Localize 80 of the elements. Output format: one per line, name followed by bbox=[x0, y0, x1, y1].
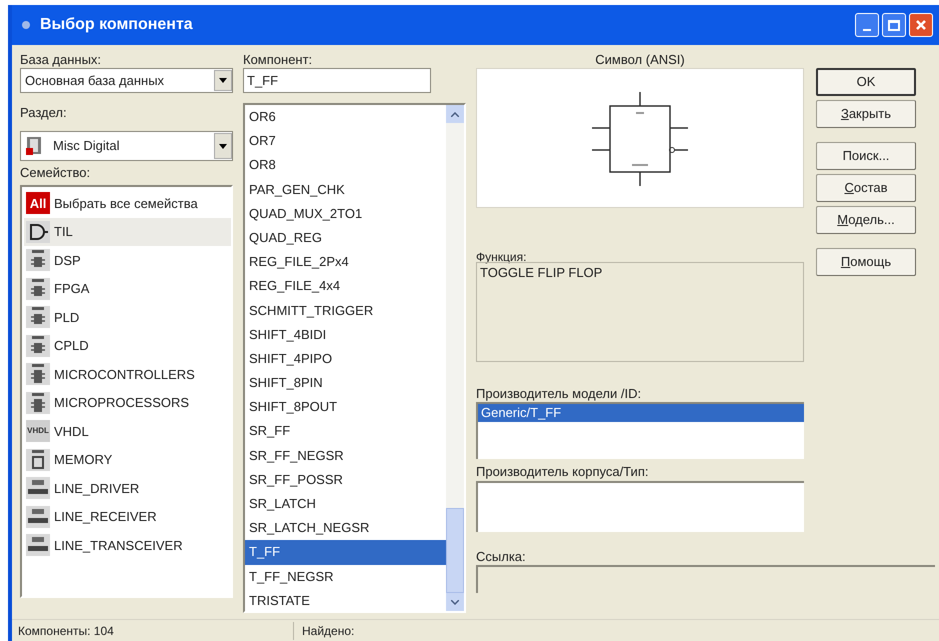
component-item[interactable]: T_FF bbox=[245, 540, 446, 565]
component-item[interactable]: SHIFT_4PIPO bbox=[245, 346, 446, 372]
component-item[interactable]: SCHMITT_TRIGGER bbox=[245, 298, 446, 323]
function-label: Функция: bbox=[476, 249, 528, 262]
family-item[interactable]: PLD bbox=[24, 303, 231, 332]
component-item[interactable]: SHIFT_8PIN bbox=[245, 371, 446, 396]
component-item[interactable]: OR6 bbox=[245, 105, 446, 130]
component-item[interactable]: SHIFT_4BIDI bbox=[245, 322, 446, 347]
model-vendor-item[interactable]: Generic/T_FF bbox=[478, 404, 804, 422]
chip-icon bbox=[26, 306, 50, 328]
component-item[interactable]: SR_FF bbox=[245, 419, 446, 444]
family-item[interactable]: LINE_RECEIVER bbox=[24, 502, 231, 531]
line-driver-icon bbox=[26, 534, 50, 556]
line-driver-icon bbox=[26, 506, 50, 528]
component-field[interactable]: T_FF bbox=[243, 68, 431, 93]
component-item[interactable]: REG_FILE_4x4 bbox=[245, 274, 446, 298]
chip-icon bbox=[26, 334, 50, 357]
family-item[interactable]: TIL bbox=[24, 218, 231, 246]
minimize-button[interactable] bbox=[855, 13, 879, 37]
dialog-button[interactable]: Поиск... bbox=[816, 142, 916, 170]
component-item[interactable]: SR_FF_POSSR bbox=[245, 468, 446, 492]
component-item[interactable]: PAR_GEN_CHK bbox=[245, 178, 446, 202]
model-vendor-label: Производитель модели /ID: bbox=[476, 385, 642, 402]
component-item[interactable]: SR_FF_NEGSR bbox=[245, 444, 446, 468]
symbol-label: Символ (ANSI) bbox=[594, 51, 686, 68]
scroll-thumb[interactable] bbox=[446, 508, 464, 593]
link-label: Ссылка: bbox=[476, 548, 527, 565]
family-item[interactable]: CPLD bbox=[24, 332, 231, 360]
window-title: Выбор компонента bbox=[40, 15, 193, 35]
dialog-button[interactable]: Закрыть bbox=[816, 100, 916, 128]
chip-icon bbox=[26, 363, 50, 386]
app-icon bbox=[20, 19, 32, 31]
close-icon bbox=[915, 19, 927, 31]
dialog-button[interactable]: Модель... bbox=[816, 206, 916, 234]
component-count: Компоненты: 104 bbox=[12, 622, 294, 640]
found-count: Найдено: bbox=[301, 622, 354, 640]
line-driver-icon bbox=[26, 477, 50, 500]
database-label: База данных: bbox=[20, 51, 102, 68]
all-families-icon: All bbox=[26, 192, 50, 214]
component-item[interactable]: SR_LATCH bbox=[245, 492, 446, 516]
chip-icon bbox=[26, 392, 50, 414]
misc-digital-icon bbox=[25, 136, 43, 156]
component-item[interactable]: OR7 bbox=[245, 129, 446, 154]
family-item[interactable]: VHDL VHDL bbox=[24, 417, 231, 446]
family-item[interactable]: FPGA bbox=[24, 274, 231, 303]
logic-gate-icon bbox=[26, 220, 50, 243]
family-item[interactable]: LINE_DRIVER bbox=[24, 474, 231, 502]
component-item[interactable]: T_FF_NEGSR bbox=[245, 564, 446, 589]
section-label: Раздел: bbox=[20, 104, 68, 122]
component-item[interactable]: QUAD_REG bbox=[245, 226, 446, 250]
vhdl-icon: VHDL bbox=[26, 420, 50, 442]
family-item[interactable]: MEMORY bbox=[24, 446, 231, 474]
memory-chip-icon bbox=[26, 448, 50, 471]
dialog-button[interactable]: Состав bbox=[816, 174, 916, 202]
dialog-button[interactable]: Помощь bbox=[816, 248, 916, 276]
scroll-down-icon[interactable] bbox=[446, 593, 464, 611]
scroll-up-icon[interactable] bbox=[446, 105, 464, 123]
maximize-button[interactable] bbox=[882, 13, 906, 37]
chip-icon bbox=[26, 278, 50, 300]
family-item[interactable]: DSP bbox=[24, 246, 231, 274]
family-item[interactable]: MICROCONTROLLERS bbox=[24, 360, 231, 388]
dialog-button[interactable]: OK bbox=[816, 68, 916, 96]
family-label: Семейство: bbox=[20, 164, 92, 182]
close-button[interactable] bbox=[909, 13, 933, 37]
component-item[interactable]: OR8 bbox=[245, 153, 446, 178]
scrollbar[interactable] bbox=[446, 105, 464, 611]
database-dropdown[interactable]: Основная база данных bbox=[20, 68, 233, 93]
package-vendor-label: Производитель корпуса/Тип: bbox=[476, 463, 650, 481]
family-item[interactable]: MICROPROCESSORS bbox=[24, 388, 231, 417]
component-item[interactable]: REG_FILE_2Px4 bbox=[245, 250, 446, 274]
section-dropdown[interactable]: Misc Digital bbox=[20, 131, 233, 161]
component-label: Компонент: bbox=[243, 51, 314, 68]
component-item[interactable]: TRISTATE bbox=[245, 588, 446, 613]
component-item[interactable]: SR_LATCH_NEGSR bbox=[245, 516, 446, 540]
component-item[interactable]: SHIFT_8POUT bbox=[245, 395, 446, 420]
family-item[interactable]: LINE_TRANSCEIVER bbox=[24, 531, 231, 560]
chip-icon bbox=[26, 249, 50, 272]
component-item[interactable]: QUAD_MUX_2TO1 bbox=[245, 202, 446, 226]
function-field: TOGGLE FLIP FLOP bbox=[476, 262, 804, 362]
family-item[interactable]: All Выбрать все семейства bbox=[24, 189, 231, 218]
